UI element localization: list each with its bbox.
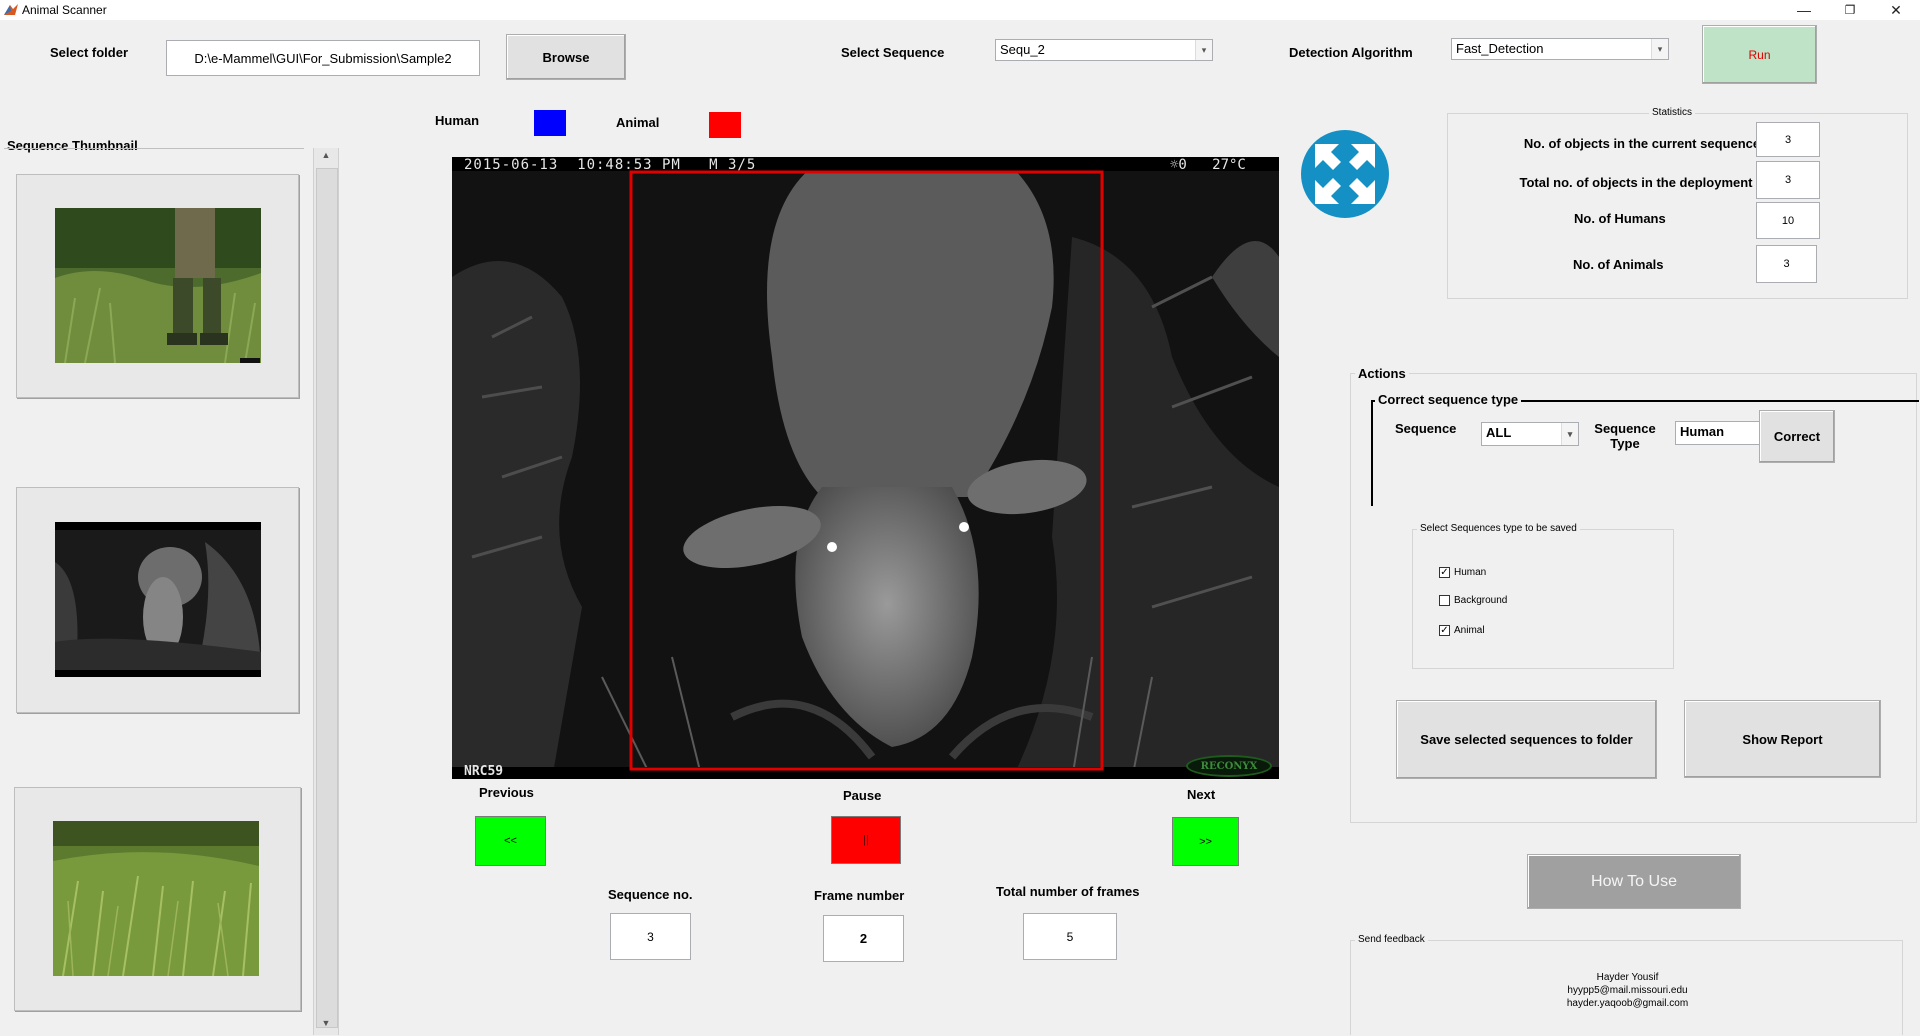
frame-number-field[interactable]: 2 <box>823 915 904 962</box>
overlay-temperature: ☼0 27°C <box>1170 157 1246 173</box>
select-folder-label: Select folder <box>50 45 129 60</box>
checkbox-human[interactable]: ✓ Human <box>1439 567 1486 578</box>
thumbnail-2-image <box>55 522 261 677</box>
save-types-title: Select Sequences type to be saved <box>1417 523 1580 534</box>
correct-sequence-group: Correct sequence type Sequence ALL ▾ Seq… <box>1371 392 1919 506</box>
stat-current-label: No. of objects in the current sequence <box>1523 136 1761 151</box>
show-report-button[interactable]: Show Report <box>1684 700 1881 778</box>
actions-panel: Actions Correct sequence type Sequence A… <box>1350 366 1919 823</box>
human-color-swatch <box>534 110 566 136</box>
stat-animals-label: No. of Animals <box>1573 257 1664 272</box>
thumbnail-1[interactable] <box>16 174 299 398</box>
folder-path-field[interactable]: D:\e-Mammel\GUI\For_Submission\Sample2 <box>166 40 480 76</box>
sequence-type-label-line2: Type <box>1610 436 1640 451</box>
scroll-up-arrow-icon[interactable]: ▲ <box>317 150 335 162</box>
feedback-email-1[interactable]: hyypp5@mail.missouri.edu <box>1351 984 1904 997</box>
browse-button[interactable]: Browse <box>506 34 626 80</box>
chevron-down-icon: ▾ <box>1651 39 1668 59</box>
thumbnail-2[interactable] <box>16 487 299 713</box>
frame-number-label: Frame number <box>814 888 905 903</box>
feedback-title: Send feedback <box>1355 934 1428 945</box>
previous-label: Previous <box>479 785 534 800</box>
save-sequences-button[interactable]: Save selected sequences to folder <box>1396 700 1657 779</box>
chevron-down-icon: ▾ <box>1561 423 1578 445</box>
thumbnail-3[interactable] <box>14 787 301 1011</box>
animal-color-swatch <box>709 112 741 138</box>
detection-algorithm-label: Detection Algorithm <box>1289 45 1413 60</box>
animal-legend-label: Animal <box>616 115 660 130</box>
actions-title: Actions <box>1355 366 1409 381</box>
checkbox-human-label: Human <box>1454 567 1487 578</box>
pause-button[interactable]: || <box>831 816 901 864</box>
thumbnail-scrollbar[interactable]: ▲ ▼ <box>313 148 339 1035</box>
sequence-no-label: Sequence no. <box>608 887 693 902</box>
stat-humans-label: No. of Humans <box>1574 211 1666 226</box>
feedback-contact: Hayder Yousif hyypp5@mail.missouri.edu h… <box>1351 971 1904 1010</box>
checkbox-background-label: Background <box>1454 595 1508 606</box>
checkbox-animal[interactable]: ✓ Animal <box>1439 625 1485 636</box>
checkbox-animal-label: Animal <box>1454 625 1485 636</box>
sequence-type-label-line1: Sequence <box>1594 421 1656 436</box>
total-frames-label: Total number of frames <box>996 884 1140 899</box>
pause-label: Pause <box>843 788 882 803</box>
feedback-name: Hayder Yousif <box>1596 972 1659 983</box>
minimize-button[interactable]: — <box>1782 0 1826 20</box>
statistics-panel: Statistics No. of objects in the current… <box>1447 107 1908 299</box>
correct-sequence-title: Correct sequence type <box>1375 392 1522 407</box>
total-frames-field[interactable]: 5 <box>1023 913 1117 960</box>
select-sequence-label: Select Sequence <box>841 45 945 60</box>
sequence-type-label: Sequence Type <box>1591 421 1659 451</box>
thumbnail-3-image <box>53 821 259 976</box>
stat-total-label: Total no. of objects in the deployment <box>1519 175 1753 190</box>
reconyx-logo: RECONYX <box>1186 755 1272 777</box>
chevron-down-icon: ▾ <box>1195 40 1212 60</box>
sequence-select[interactable]: Sequ_2 ▾ <box>995 39 1213 61</box>
next-button[interactable]: >> <box>1172 817 1239 866</box>
algorithm-select[interactable]: Fast_Detection ▾ <box>1451 38 1669 60</box>
stat-animals-value: 3 <box>1756 245 1817 283</box>
scroll-down-arrow-icon[interactable]: ▼ <box>317 1018 335 1030</box>
feedback-panel: Send feedback Hayder Yousif hyypp5@mail.… <box>1350 934 1904 1035</box>
sequence-no-field[interactable]: 3 <box>610 913 691 960</box>
correct-sequence-value: ALL <box>1486 425 1512 440</box>
checkbox-background[interactable]: Background <box>1439 595 1507 606</box>
correct-sequence-label: Sequence <box>1395 421 1457 436</box>
algorithm-select-value: Fast_Detection <box>1456 41 1544 56</box>
feedback-email-2[interactable]: hayder.yaqoob@gmail.com <box>1351 997 1904 1010</box>
stat-humans-value: 10 <box>1756 202 1820 239</box>
main-frame-viewer: 2015-06-13 10:48:53 PM M 3/5 ☼0 27°C NRC… <box>452 157 1279 779</box>
statistics-title: Statistics <box>1649 107 1696 118</box>
window-title: Animal Scanner <box>22 3 107 17</box>
stat-current-value: 3 <box>1756 122 1820 157</box>
sequence-select-value: Sequ_2 <box>1000 42 1045 57</box>
matlab-app-icon <box>4 4 18 15</box>
overlay-datetime: 2015-06-13 10:48:53 PM M 3/5 <box>464 157 757 173</box>
checkbox-background-box[interactable] <box>1439 595 1450 606</box>
correct-button[interactable]: Correct <box>1759 410 1835 463</box>
overlay-camera-id: NRC59 <box>464 764 504 779</box>
correct-sequence-select[interactable]: ALL ▾ <box>1481 422 1579 446</box>
scrollbar-thumb[interactable] <box>316 168 338 1028</box>
restore-button[interactable]: ❐ <box>1828 0 1872 20</box>
run-button[interactable]: Run <box>1702 25 1817 84</box>
thumbnail-panel <box>4 148 304 1036</box>
checkbox-animal-box[interactable]: ✓ <box>1439 625 1450 636</box>
sequence-type-value: Human <box>1680 424 1725 439</box>
next-label: Next <box>1187 787 1216 802</box>
save-types-group: Select Sequences type to be saved ✓ Huma… <box>1412 523 1674 669</box>
camera-frame-image <box>452 157 1279 779</box>
checkbox-human-box[interactable]: ✓ <box>1439 567 1450 578</box>
how-to-use-button[interactable]: How To Use <box>1527 854 1741 909</box>
title-bar: Animal Scanner — ❐ ✕ <box>0 0 1920 20</box>
stat-total-value: 3 <box>1756 161 1820 199</box>
previous-button[interactable]: << <box>475 816 546 866</box>
close-button[interactable]: ✕ <box>1874 0 1918 20</box>
arrows-expand-icon <box>1315 144 1375 204</box>
human-legend-label: Human <box>435 113 480 128</box>
thumbnail-1-image <box>55 208 261 363</box>
expand-fullscreen-icon[interactable] <box>1301 130 1389 218</box>
